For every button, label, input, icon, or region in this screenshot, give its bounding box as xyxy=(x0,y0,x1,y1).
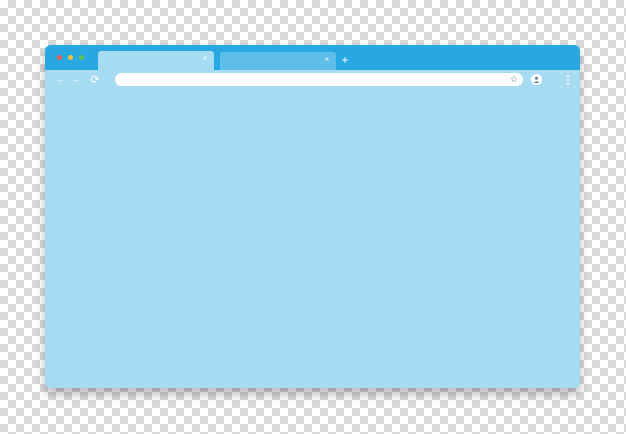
back-arrow-icon[interactable]: ← xyxy=(54,74,66,86)
browser-window: × × + ← → ⟳ ☆ xyxy=(45,45,580,388)
kebab-menu-icon[interactable] xyxy=(565,74,571,86)
tab-1[interactable]: × xyxy=(98,51,214,70)
tab-2[interactable]: × xyxy=(220,52,336,70)
new-tab-button[interactable]: + xyxy=(340,54,350,66)
reload-icon[interactable]: ⟳ xyxy=(89,74,101,86)
address-bar[interactable]: ☆ xyxy=(115,73,523,86)
title-bar: × × + xyxy=(45,45,580,70)
maximize-window-button[interactable] xyxy=(79,55,84,60)
toolbar: ← → ⟳ ☆ xyxy=(45,70,580,92)
tab-close-icon[interactable]: × xyxy=(323,56,331,64)
minimize-window-button[interactable] xyxy=(68,55,73,60)
page-content xyxy=(45,92,580,388)
forward-arrow-icon[interactable]: → xyxy=(69,74,81,86)
profile-icon[interactable] xyxy=(531,74,542,85)
close-window-button[interactable] xyxy=(57,55,62,60)
star-icon[interactable]: ☆ xyxy=(510,73,518,86)
tab-close-icon[interactable]: × xyxy=(201,55,209,63)
